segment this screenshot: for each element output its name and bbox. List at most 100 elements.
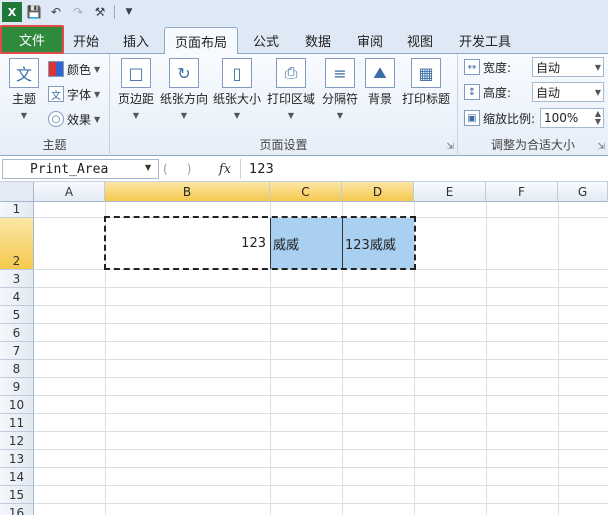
save-icon[interactable]: 💾 bbox=[24, 2, 44, 22]
margins-icon: □ bbox=[121, 58, 151, 88]
grid-line bbox=[34, 287, 608, 288]
breaks-button[interactable]: ≡ 分隔符 ▼ bbox=[318, 58, 362, 124]
dialog-launcher-icon[interactable]: ⇲ bbox=[597, 142, 605, 152]
row-header-16[interactable]: 16 bbox=[0, 504, 34, 515]
insert-function-icon[interactable]: fx bbox=[214, 159, 236, 179]
chevron-down-icon: ▼ bbox=[94, 114, 101, 124]
row-header-7[interactable]: 7 bbox=[0, 342, 34, 360]
row-header-14[interactable]: 14 bbox=[0, 468, 34, 486]
row-header-1[interactable]: 1 bbox=[0, 202, 34, 218]
tab-file[interactable]: 文件 bbox=[0, 25, 64, 54]
grid-line bbox=[34, 323, 608, 324]
effects-button[interactable]: ○ 效果 ▼ bbox=[48, 109, 100, 129]
column-header-a[interactable]: A bbox=[34, 182, 105, 202]
row-header-12[interactable]: 12 bbox=[0, 432, 34, 450]
formula-input[interactable]: 123 bbox=[240, 159, 606, 179]
tab-home[interactable]: 开始 bbox=[64, 27, 108, 54]
cell-b2[interactable]: 123 bbox=[106, 218, 270, 269]
worksheet-grid: A B C D E F G 1 2 3 4 5 6 7 8 9 10 11 12… bbox=[0, 182, 608, 515]
themes-button-label: 主题 bbox=[11, 92, 36, 106]
breaks-icon: ≡ bbox=[325, 58, 355, 88]
cell-divider bbox=[342, 218, 343, 269]
cell-c2[interactable]: 威威 bbox=[271, 218, 342, 269]
themes-button[interactable]: 文 主题 ▼ bbox=[6, 58, 42, 124]
row-header-9[interactable]: 9 bbox=[0, 378, 34, 396]
formula-bar-splitter[interactable]: ( ) bbox=[163, 159, 213, 179]
column-header-c[interactable]: C bbox=[270, 182, 342, 202]
column-header-b[interactable]: B bbox=[105, 182, 270, 202]
row-header-5[interactable]: 5 bbox=[0, 306, 34, 324]
print-titles-icon: ▦ bbox=[411, 58, 441, 88]
row-header-2[interactable]: 2 bbox=[0, 218, 34, 270]
fonts-icon: 文 bbox=[48, 86, 64, 102]
effects-label: 效果 bbox=[67, 112, 92, 127]
theme-group-label: 主题 bbox=[42, 138, 67, 152]
print-area-button[interactable]: ⎙ 打印区域 ▼ bbox=[264, 58, 318, 124]
scale-stepper[interactable]: 100% ▲ ▼ bbox=[540, 108, 604, 128]
row-header-8[interactable]: 8 bbox=[0, 360, 34, 378]
chevron-down-icon: ▼ bbox=[94, 64, 101, 74]
fonts-label: 字体 bbox=[67, 87, 92, 102]
themes-icon: 文 bbox=[9, 58, 39, 88]
chevron-down-icon: ▼ bbox=[336, 111, 344, 120]
colors-icon bbox=[48, 61, 64, 77]
print-titles-label: 打印标题 bbox=[401, 92, 450, 106]
width-icon: ↔ bbox=[464, 59, 480, 75]
row-header-10[interactable]: 10 bbox=[0, 396, 34, 414]
grid-line bbox=[34, 395, 608, 396]
page-setup-group-label: 页面设置 bbox=[259, 138, 308, 152]
margins-button[interactable]: □ 页边距 ▼ bbox=[114, 58, 158, 124]
row-header-3[interactable]: 3 bbox=[0, 270, 34, 288]
dialog-launcher-icon[interactable]: ⇲ bbox=[446, 142, 454, 152]
size-button[interactable]: ▯ 纸张大小 ▼ bbox=[210, 58, 264, 124]
formula-bar: Print_Area ▼ ( ) fx 123 bbox=[0, 157, 608, 182]
background-button[interactable]: ⛰ 背景 bbox=[362, 58, 398, 124]
tab-data[interactable]: 数据 bbox=[296, 27, 340, 54]
height-label: 高度: bbox=[483, 85, 512, 100]
name-box[interactable]: Print_Area bbox=[2, 159, 159, 179]
chevron-down-icon: ▼ bbox=[180, 111, 188, 120]
orientation-label: 纸张方向 bbox=[159, 92, 208, 106]
width-dropdown[interactable]: 自动 ▼ bbox=[532, 57, 604, 77]
tools-icon[interactable]: ⚒ bbox=[90, 2, 110, 22]
width-label-row: ↔ 宽度: bbox=[464, 57, 511, 77]
row-header-4[interactable]: 4 bbox=[0, 288, 34, 306]
row-header-15[interactable]: 15 bbox=[0, 486, 34, 504]
tab-review[interactable]: 审阅 bbox=[348, 27, 392, 54]
row-header-6[interactable]: 6 bbox=[0, 324, 34, 342]
column-header-e[interactable]: E bbox=[414, 182, 486, 202]
row-header-13[interactable]: 13 bbox=[0, 450, 34, 468]
theme-group: 文 主题 ▼ 颜色 ▼ 文 字体 ▼ ○ 效果 ▼ 主题 bbox=[0, 54, 110, 156]
orientation-button[interactable]: ↻ 纸张方向 ▼ bbox=[158, 58, 210, 124]
stepper-arrows-icon[interactable]: ▲ ▼ bbox=[595, 110, 601, 126]
chevron-down-icon: ▼ bbox=[287, 111, 295, 120]
print-titles-button[interactable]: ▦ 打印标题 bbox=[398, 58, 454, 124]
chevron-down-icon: ▼ bbox=[20, 111, 28, 120]
column-header-g[interactable]: G bbox=[558, 182, 608, 202]
redo-icon[interactable]: ↷ bbox=[68, 2, 88, 22]
tab-page-layout[interactable]: 页面布局 bbox=[164, 27, 238, 55]
row-header-11[interactable]: 11 bbox=[0, 414, 34, 432]
chevron-down-icon[interactable]: ▼ bbox=[145, 163, 151, 172]
scale-label-row: ▣ 缩放比例: bbox=[464, 108, 535, 128]
tab-formulas[interactable]: 公式 bbox=[244, 27, 288, 54]
fonts-button[interactable]: 文 字体 ▼ bbox=[48, 84, 100, 104]
print-area-label: 打印区域 bbox=[266, 92, 315, 106]
ribbon-tab-bar: 文件 开始 插入 页面布局 公式 数据 审阅 视图 开发工具 bbox=[0, 24, 608, 55]
column-header-d[interactable]: D bbox=[342, 182, 414, 202]
grid-line bbox=[34, 377, 608, 378]
select-all-corner[interactable] bbox=[0, 182, 34, 202]
undo-icon[interactable]: ↶ bbox=[46, 2, 66, 22]
colors-button[interactable]: 颜色 ▼ bbox=[48, 59, 100, 79]
cell-d2[interactable]: 123威威 bbox=[343, 218, 414, 269]
tab-developer[interactable]: 开发工具 bbox=[452, 27, 518, 54]
chevron-down-icon: ▼ bbox=[594, 87, 601, 97]
grid-line bbox=[34, 269, 608, 270]
height-dropdown[interactable]: 自动 ▼ bbox=[532, 82, 604, 102]
width-value: 自动 bbox=[536, 60, 561, 75]
column-header-f[interactable]: F bbox=[486, 182, 558, 202]
customize-icon[interactable]: ▼ bbox=[119, 2, 139, 22]
tab-view[interactable]: 视图 bbox=[398, 27, 442, 54]
tab-insert[interactable]: 插入 bbox=[114, 27, 158, 54]
chevron-down-icon: ▼ bbox=[594, 62, 601, 72]
